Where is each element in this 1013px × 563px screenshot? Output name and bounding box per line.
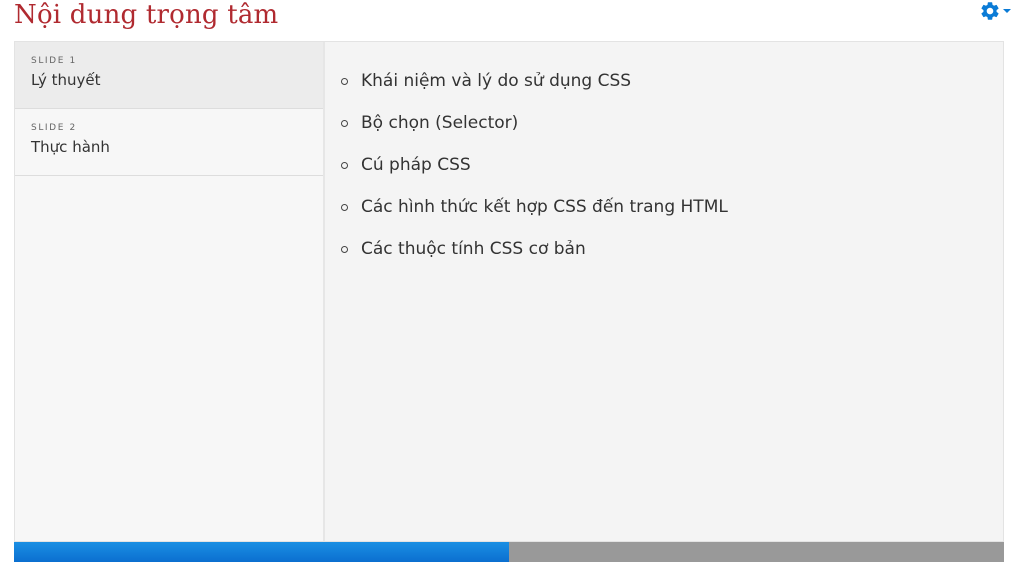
- slide-title: Lý thuyết: [31, 71, 101, 89]
- list-item: Khái niệm và lý do sử dụng CSS: [341, 60, 1003, 102]
- slide-nav-item-1[interactable]: SLIDE 1 Lý thuyết: [15, 42, 323, 109]
- caret-down-icon: [1003, 7, 1011, 15]
- list-item-text: Các thuộc tính CSS cơ bản: [361, 239, 586, 259]
- list-item: Cú pháp CSS: [341, 144, 1003, 186]
- slide-progress-fill: [14, 542, 509, 562]
- bullet-circle-icon: [341, 77, 348, 85]
- list-item-text: Bộ chọn (Selector): [361, 113, 519, 133]
- list-item: Các hình thức kết hợp CSS đến trang HTML: [341, 186, 1003, 228]
- bullet-circle-icon: [341, 245, 348, 253]
- slide-number: SLIDE 2: [31, 123, 77, 133]
- page-title: Nội dung trọng tâm: [14, 0, 279, 30]
- list-item: Các thuộc tính CSS cơ bản: [341, 228, 1003, 270]
- list-item: Bộ chọn (Selector): [341, 102, 1003, 144]
- slide-navigation: SLIDE 1 Lý thuyết SLIDE 2 Thực hành: [15, 42, 325, 541]
- bullet-circle-icon: [341, 161, 348, 169]
- slide-content: Khái niệm và lý do sử dụng CSS Bộ chọn (…: [325, 42, 1003, 541]
- slide-nav-item-2[interactable]: SLIDE 2 Thực hành: [15, 109, 323, 176]
- list-item-text: Khái niệm và lý do sử dụng CSS: [361, 71, 632, 91]
- slide-progress-bar[interactable]: [14, 542, 1004, 562]
- slide-number: SLIDE 1: [31, 56, 77, 66]
- bullet-circle-icon: [341, 203, 348, 211]
- list-item-text: Cú pháp CSS: [361, 155, 471, 175]
- bullet-circle-icon: [341, 119, 348, 127]
- slide-title: Thực hành: [31, 138, 110, 156]
- list-item-text: Các hình thức kết hợp CSS đến trang HTML: [361, 197, 728, 217]
- settings-menu-button[interactable]: [979, 0, 1011, 22]
- presentation-viewer: SLIDE 1 Lý thuyết SLIDE 2 Thực hành Khái…: [14, 41, 1004, 542]
- page: Nội dung trọng tâm SLIDE 1 Lý thuyết SLI…: [0, 0, 1013, 563]
- content-list: Khái niệm và lý do sử dụng CSS Bộ chọn (…: [341, 60, 1003, 270]
- gear-icon: [979, 0, 1001, 22]
